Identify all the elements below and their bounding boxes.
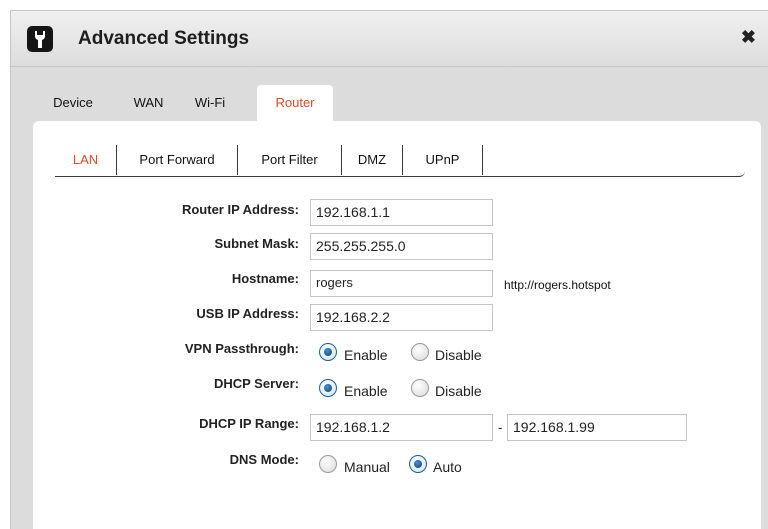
subtab-upnp[interactable]: UPnP [403, 145, 483, 175]
vpn-disable-label: Disable [435, 347, 482, 363]
tab-wifi[interactable]: Wi-Fi [180, 85, 240, 121]
close-icon[interactable]: ✖ [741, 28, 756, 46]
subtab-port-filter[interactable]: Port Filter [238, 145, 342, 175]
dhcp-range-label: DHCP IP Range: [199, 416, 299, 431]
wrench-icon [27, 26, 53, 52]
dhcp-enable-radio[interactable] [319, 379, 337, 397]
usb-ip-field[interactable]: 192.168.2.2 [310, 304, 493, 331]
dhcp-disable-label: Disable [435, 383, 482, 399]
tab-router[interactable]: Router [257, 85, 333, 121]
dns-auto-label: Auto [433, 459, 462, 475]
dhcp-range-start-field[interactable]: 192.168.1.2 [310, 414, 493, 441]
subnet-mask-field[interactable]: 255.255.255.0 [310, 233, 493, 260]
subtab-port-forward[interactable]: Port Forward [117, 145, 238, 175]
subnet-mask-label: Subnet Mask: [214, 236, 299, 251]
dns-manual-radio[interactable] [319, 455, 337, 473]
dns-auto-radio[interactable] [409, 455, 427, 473]
subtab-dmz[interactable]: DMZ [342, 145, 403, 175]
tab-wan[interactable]: WAN [122, 85, 175, 121]
hostname-label: Hostname: [231, 271, 299, 286]
dhcp-range-separator: - [498, 420, 503, 435]
dhcp-server-label: DHCP Server: [213, 376, 299, 391]
usb-ip-label: USB IP Address: [196, 306, 299, 321]
router-panel: LAN Port Forward Port Filter DMZ UPnP Ro… [33, 121, 761, 529]
advanced-settings-dialog: Advanced Settings ✖ Device WAN Wi-Fi Rou… [10, 10, 768, 529]
dns-mode-label: DNS Mode: [229, 452, 299, 467]
dialog-title: Advanced Settings [78, 28, 250, 49]
hostname-url: http://rogers.hotspot [504, 278, 611, 292]
dns-manual-label: Manual [344, 459, 390, 475]
dialog-titlebar: Advanced Settings ✖ [11, 11, 768, 67]
router-ip-label: Router IP Address: [181, 202, 299, 217]
vpn-passthrough-label: VPN Passthrough: [184, 341, 299, 356]
router-ip-field[interactable]: 192.168.1.1 [310, 199, 493, 226]
tab-device[interactable]: Device [33, 85, 113, 121]
router-subtabs: LAN Port Forward Port Filter DMZ UPnP [55, 145, 745, 177]
vpn-enable-label: Enable [344, 347, 388, 363]
vpn-enable-radio[interactable] [319, 343, 337, 361]
dhcp-disable-radio[interactable] [411, 379, 429, 397]
hostname-field[interactable]: rogers [310, 270, 493, 297]
dhcp-range-end-field[interactable]: 192.168.1.99 [507, 414, 687, 441]
dhcp-enable-label: Enable [344, 383, 388, 399]
subtab-lan[interactable]: LAN [55, 145, 117, 175]
vpn-disable-radio[interactable] [411, 343, 429, 361]
